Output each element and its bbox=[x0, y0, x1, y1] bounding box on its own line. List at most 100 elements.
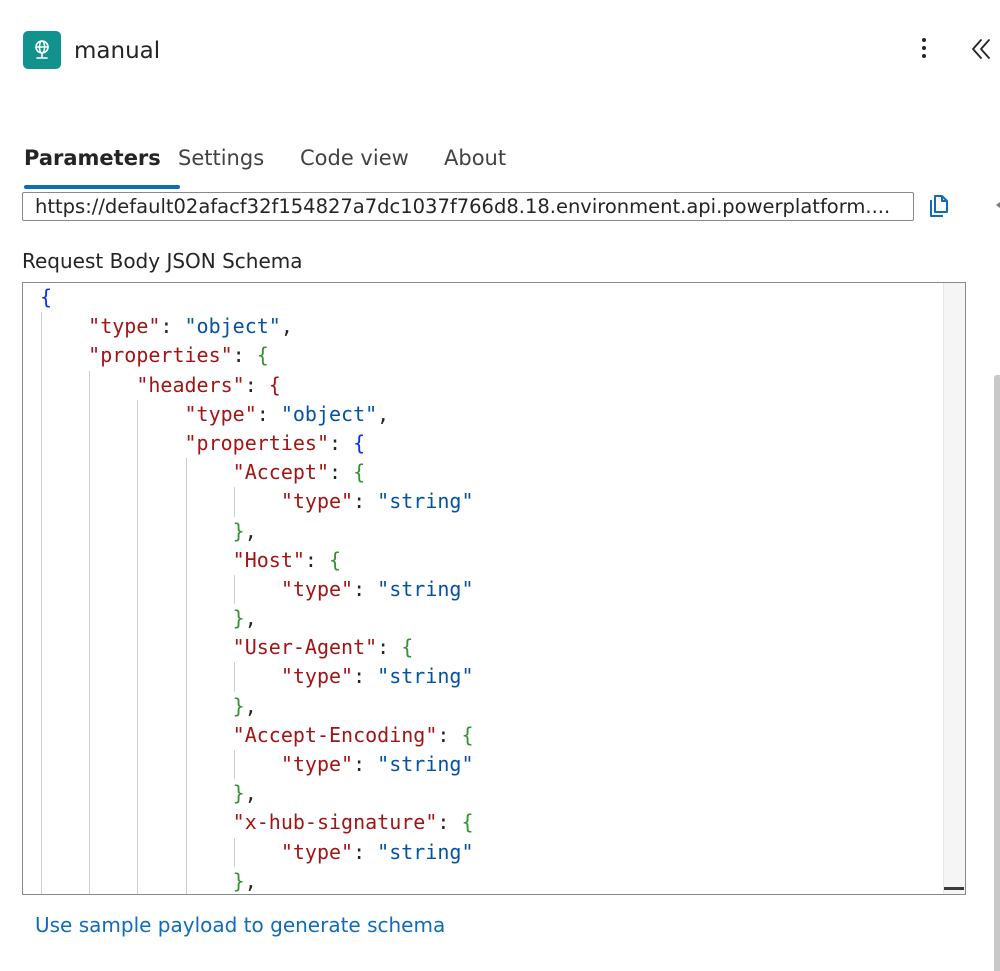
collapse-panel-button[interactable] bbox=[966, 34, 996, 64]
code-token: : bbox=[244, 372, 269, 397]
tab-parameters[interactable]: Parameters bbox=[24, 140, 180, 192]
code-token: , bbox=[244, 868, 257, 893]
code-line: "User-Agent": { bbox=[40, 633, 940, 663]
indent-guide bbox=[41, 750, 42, 780]
scroll-up-arrow-icon[interactable] bbox=[994, 200, 1000, 210]
webhook-globe-icon bbox=[23, 31, 61, 69]
http-post-url-field[interactable]: https://default02afacf32f154827a7dc1037f… bbox=[22, 192, 914, 221]
code-token: { bbox=[353, 430, 366, 455]
tab-about[interactable]: About bbox=[444, 140, 524, 192]
code-token: "type" bbox=[184, 401, 257, 426]
indent-guide bbox=[89, 487, 91, 517]
indent-guide bbox=[185, 866, 187, 894]
indent-guide bbox=[233, 662, 235, 692]
code-token: } bbox=[232, 781, 245, 806]
code-line: "type": "string" bbox=[40, 662, 940, 692]
code-line: "type": "string" bbox=[40, 574, 940, 605]
code-token: "x-hub-signature" bbox=[232, 810, 438, 835]
code-line: }, bbox=[40, 779, 940, 809]
indent-guide bbox=[233, 574, 235, 605]
indent-guide bbox=[185, 691, 187, 721]
indent-guide bbox=[185, 662, 187, 692]
code-token: "string" bbox=[377, 489, 474, 514]
code-token: : bbox=[329, 430, 354, 455]
indent-guide bbox=[41, 312, 42, 342]
code-line: "type": "object", bbox=[40, 312, 940, 342]
code-token: : bbox=[437, 722, 462, 747]
code-line: "type": "string" bbox=[40, 487, 940, 517]
code-token: "type" bbox=[280, 576, 354, 601]
indent-guide bbox=[233, 487, 235, 517]
code-token: { bbox=[461, 810, 474, 835]
panel-header: manual bbox=[0, 0, 1000, 100]
indent-guide bbox=[137, 458, 139, 488]
indent-guide bbox=[185, 545, 187, 575]
code-token: "string" bbox=[377, 839, 474, 864]
code-token: { bbox=[40, 285, 53, 309]
code-token: "Accept-Encoding" bbox=[232, 722, 438, 747]
indent-guide bbox=[89, 808, 91, 838]
tab-code-view[interactable]: Code view bbox=[300, 140, 444, 192]
indent-guide bbox=[137, 691, 139, 721]
indent-guide bbox=[89, 516, 91, 546]
indent-guide bbox=[137, 545, 139, 575]
indent-guide bbox=[89, 545, 91, 575]
code-token: : bbox=[353, 752, 378, 776]
code-line: "properties": { bbox=[40, 341, 940, 371]
code-token: : bbox=[256, 401, 281, 426]
schema-label: Request Body JSON Schema bbox=[22, 249, 303, 273]
indent-guide bbox=[41, 458, 42, 488]
indent-guide bbox=[41, 574, 42, 605]
code-token: } bbox=[232, 606, 245, 631]
indent-guide bbox=[185, 487, 187, 517]
indent-guide bbox=[137, 574, 139, 605]
code-line: "x-hub-signature": { bbox=[40, 808, 940, 838]
indent-guide bbox=[41, 779, 42, 809]
indent-guide bbox=[89, 604, 91, 634]
editor-scrollbar[interactable] bbox=[943, 283, 965, 894]
code-line: "headers": { bbox=[40, 370, 940, 400]
use-sample-payload-link[interactable]: Use sample payload to generate schema bbox=[35, 913, 445, 937]
indent-guide bbox=[137, 662, 139, 692]
panel-scrollbar[interactable] bbox=[994, 375, 1000, 971]
indent-guide bbox=[41, 662, 42, 692]
indent-guide bbox=[137, 866, 139, 894]
indent-guide bbox=[89, 837, 91, 867]
code-token: "type" bbox=[88, 314, 161, 339]
indent-guide bbox=[185, 750, 187, 780]
code-token: "Host" bbox=[232, 547, 305, 572]
indent-guide bbox=[89, 720, 91, 750]
code-token: "Accept" bbox=[232, 460, 329, 485]
code-token: : bbox=[232, 343, 257, 368]
indent-guide bbox=[89, 750, 91, 780]
indent-guide bbox=[41, 370, 42, 400]
code-token: , bbox=[244, 693, 257, 718]
indent-guide bbox=[41, 341, 42, 371]
indent-guide bbox=[41, 428, 42, 459]
json-schema-editor[interactable]: { "type": "object", "properties": { "hea… bbox=[22, 282, 966, 895]
double-chevron-left-icon bbox=[972, 39, 990, 59]
indent-guide bbox=[41, 720, 42, 750]
editor-scroll-thumb[interactable] bbox=[944, 887, 964, 890]
code-token: "type" bbox=[280, 839, 354, 864]
code-token: , bbox=[377, 401, 390, 426]
indent-guide bbox=[137, 720, 139, 750]
code-token: : bbox=[353, 839, 378, 864]
copy-url-button[interactable] bbox=[926, 192, 954, 220]
more-options-button[interactable] bbox=[910, 33, 938, 63]
code-token: : bbox=[160, 314, 185, 339]
code-line: }, bbox=[40, 866, 940, 894]
tab-settings[interactable]: Settings bbox=[178, 140, 300, 192]
code-line: { bbox=[40, 283, 940, 312]
code-token: "string" bbox=[377, 664, 474, 689]
code-line: }, bbox=[40, 691, 940, 721]
indent-guide bbox=[89, 866, 91, 894]
